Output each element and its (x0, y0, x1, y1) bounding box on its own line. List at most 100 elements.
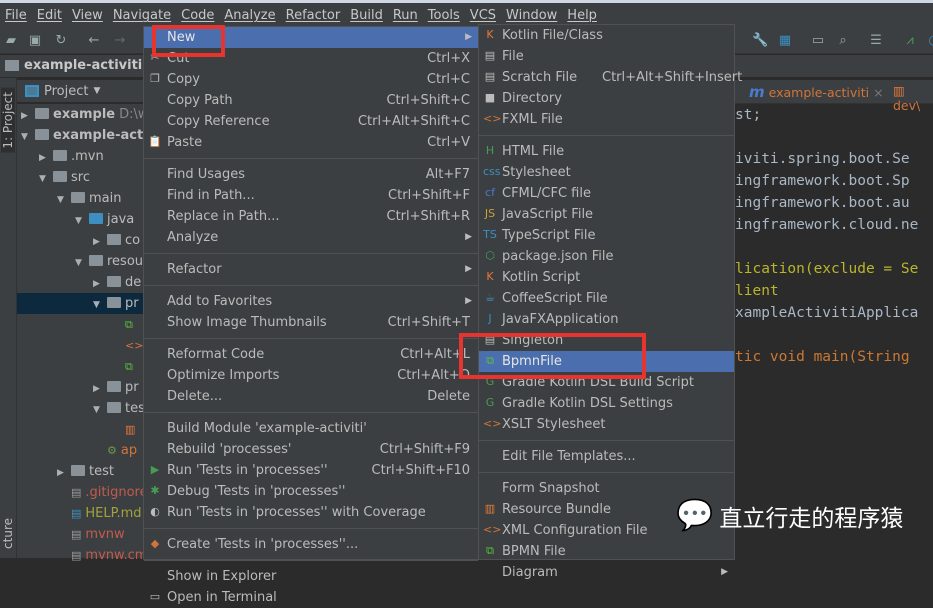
menu-item-file[interactable]: ▤ File (479, 46, 734, 67)
menu-item-show-in-explorer[interactable]: Show in Explorer (144, 566, 478, 587)
menu-item-analyze[interactable]: Analyze ▶ (144, 227, 478, 248)
menu-build[interactable]: Build (345, 8, 388, 23)
tab-dev[interactable]: ▥ dev\ (893, 83, 933, 113)
menu-item-form-snapshot[interactable]: Form Snapshot (479, 478, 734, 499)
expand-arrow-icon[interactable]: ▼ (93, 295, 107, 314)
expand-arrow-icon[interactable]: ▼ (39, 169, 53, 188)
tree-item[interactable]: ▼ pr (17, 293, 143, 314)
tree-item[interactable]: ⚙ ap (17, 440, 143, 461)
project-structure-icon[interactable]: ▦ (777, 33, 793, 49)
tree-item[interactable]: ▶ de (17, 272, 143, 293)
menu-tools[interactable]: Tools (423, 8, 465, 23)
menu-item-stylesheet[interactable]: css Stylesheet (479, 162, 734, 183)
menu-item-refactor[interactable]: Refactor ▶ (144, 259, 478, 280)
menu-window[interactable]: Window (501, 8, 562, 23)
tree-item[interactable]: ▼ tes (17, 398, 143, 419)
search-icon[interactable]: ⌕ (835, 33, 851, 49)
menu-item-fxml-file[interactable]: <> FXML File (479, 109, 734, 130)
tree-item[interactable]: ▥ (17, 419, 143, 440)
menu-view[interactable]: View (67, 8, 108, 23)
close-tab-icon[interactable]: × (873, 85, 883, 100)
breadcrumb-project[interactable]: example-activiti (24, 58, 142, 73)
tree-item[interactable]: ▤ .gitignore (17, 482, 143, 503)
expand-arrow-icon[interactable]: ▼ (93, 400, 107, 419)
structure-tool-window-button[interactable]: cture (1, 518, 15, 549)
terminal-icon[interactable]: ▭ (810, 33, 826, 49)
tree-item[interactable]: ▼ example-activ (17, 125, 143, 146)
tree-item[interactable]: ▶ co (17, 230, 143, 251)
expand-arrow-icon[interactable]: ▼ (75, 211, 89, 230)
menu-item-javafxapplication[interactable]: J JavaFXApplication (479, 309, 734, 330)
menu-item-open-in-terminal[interactable]: ▭ Open in Terminal (144, 587, 478, 608)
menu-item-directory[interactable]: ■ Directory (479, 88, 734, 109)
collapse-arrow-icon[interactable]: ▶ (93, 274, 107, 293)
menu-item-bpmn-file[interactable]: ⧉ BPMN File (479, 541, 734, 562)
menu-item-reformat-code[interactable]: Reformat Code Ctrl+Alt+L (144, 344, 478, 365)
menu-item-find-usages[interactable]: Find Usages Alt+F7 (144, 164, 478, 185)
menu-item-show-image-thumbnails[interactable]: Show Image Thumbnails Ctrl+Shift+T (144, 312, 478, 333)
tree-item[interactable]: <> (17, 335, 143, 356)
menu-item-build-module-example-activiti[interactable]: Build Module 'example-activiti' (144, 418, 478, 439)
database-icon[interactable]: ☰ (868, 33, 884, 49)
menu-item-copy-reference[interactable]: Copy Reference Ctrl+Alt+Shift+C (144, 111, 478, 132)
menu-item-xslt-stylesheet[interactable]: <> XSLT Stylesheet (479, 414, 734, 435)
menu-item-debug-tests-in-processes[interactable]: ✱ Debug 'Tests in 'processes'' (144, 481, 478, 502)
collapse-arrow-icon[interactable]: ▶ (39, 148, 53, 167)
open-folder-icon[interactable]: ▰ (3, 33, 19, 49)
menu-item-replace-in-path[interactable]: Replace in Path... Ctrl+Shift+R (144, 206, 478, 227)
tree-item[interactable]: ▼ main (17, 188, 143, 209)
collapse-arrow-icon[interactable]: ▶ (57, 463, 71, 482)
update-icon[interactable]: ◔ (926, 33, 933, 49)
sync-icon[interactable]: ↻ (53, 33, 69, 49)
expand-arrow-icon[interactable]: ▼ (57, 190, 71, 209)
menu-navigate[interactable]: Navigate (108, 8, 176, 23)
menu-item-add-to-favorites[interactable]: Add to Favorites ▶ (144, 291, 478, 312)
menu-run[interactable]: Run (388, 8, 423, 23)
chevron-down-icon[interactable]: ▼ (93, 86, 100, 96)
tree-item[interactable]: ▤mvnw.cmd (17, 545, 143, 566)
menu-item-kotlin-script[interactable]: K Kotlin Script (479, 267, 734, 288)
menu-item-delete[interactable]: Delete... Delete (144, 386, 478, 407)
menu-help[interactable]: Help (562, 8, 602, 23)
menu-vcs[interactable]: VCS (465, 8, 501, 23)
menu-item-typescript-file[interactable]: TS TypeScript File (479, 225, 734, 246)
wrench-icon[interactable]: 🔧 (752, 33, 768, 49)
tree-item[interactable]: ⧉ (17, 356, 143, 377)
tree-item[interactable]: ▶ .mvn (17, 146, 143, 167)
tree-item[interactable]: ▼ resou (17, 251, 143, 272)
menu-file[interactable]: File (0, 8, 32, 23)
menu-item-javascript-file[interactable]: JS JavaScript File (479, 204, 734, 225)
expand-arrow-icon[interactable]: ▼ (21, 127, 35, 146)
menu-item-optimize-imports[interactable]: Optimize Imports Ctrl+Alt+O (144, 365, 478, 386)
monitor-icon[interactable]: ⩘ (902, 33, 918, 49)
menu-item-paste[interactable]: 📋 Paste Ctrl+V (144, 132, 478, 153)
back-icon[interactable]: ← (86, 33, 102, 49)
collapse-arrow-icon[interactable]: ▶ (93, 379, 107, 398)
tree-item[interactable]: ▼ src (17, 167, 143, 188)
menu-item-coffeescript-file[interactable]: ☕ CoffeeScript File (479, 288, 734, 309)
menu-refactor[interactable]: Refactor (281, 8, 346, 23)
menu-item-cfml-cfc-file[interactable]: cf CFML/CFC file (479, 183, 734, 204)
tree-item[interactable]: ▶ pr (17, 377, 143, 398)
menu-item-kotlin-file-class[interactable]: K Kotlin File/Class (479, 25, 734, 46)
menu-item-html-file[interactable]: H HTML File (479, 141, 734, 162)
save-icon[interactable]: ▣ (27, 33, 43, 49)
menu-item-copy[interactable]: ❐ Copy Ctrl+C (144, 69, 478, 90)
menu-item-rebuild-processes[interactable]: Rebuild 'processes' Ctrl+Shift+F9 (144, 439, 478, 460)
menu-item-edit-file-templates[interactable]: Edit File Templates... (479, 446, 734, 467)
project-panel-header[interactable]: Project ▼ (17, 80, 143, 102)
tree-item[interactable]: ▤ HELP.md (17, 503, 143, 524)
menu-item-find-in-path[interactable]: Find in Path... Ctrl+Shift+F (144, 185, 478, 206)
tab-example-activiti[interactable]: m example-activiti × (749, 83, 884, 101)
tree-item[interactable]: ▤ mvnw (17, 524, 143, 545)
menu-item-create-tests-in-processes[interactable]: ◆ Create 'Tests in 'processes''... (144, 534, 478, 555)
tree-item[interactable]: ⧉ (17, 314, 143, 335)
menu-item-run-tests-in-processes-with-coverage[interactable]: ◐ Run 'Tests in 'processes'' with Coverag… (144, 502, 478, 523)
project-tool-window-button[interactable]: 1: Project (1, 88, 15, 153)
menu-item-diagram[interactable]: Diagram ▶ (479, 562, 734, 583)
tree-item[interactable]: ▶ exampleD:\wo (17, 104, 143, 125)
menu-item-run-tests-in-processes[interactable]: ▶ Run 'Tests in 'processes'' Ctrl+Shift+F1… (144, 460, 478, 481)
tree-item[interactable]: ▶ test (17, 461, 143, 482)
collapse-arrow-icon[interactable]: ▶ (93, 232, 107, 251)
forward-icon[interactable]: → (112, 33, 128, 49)
